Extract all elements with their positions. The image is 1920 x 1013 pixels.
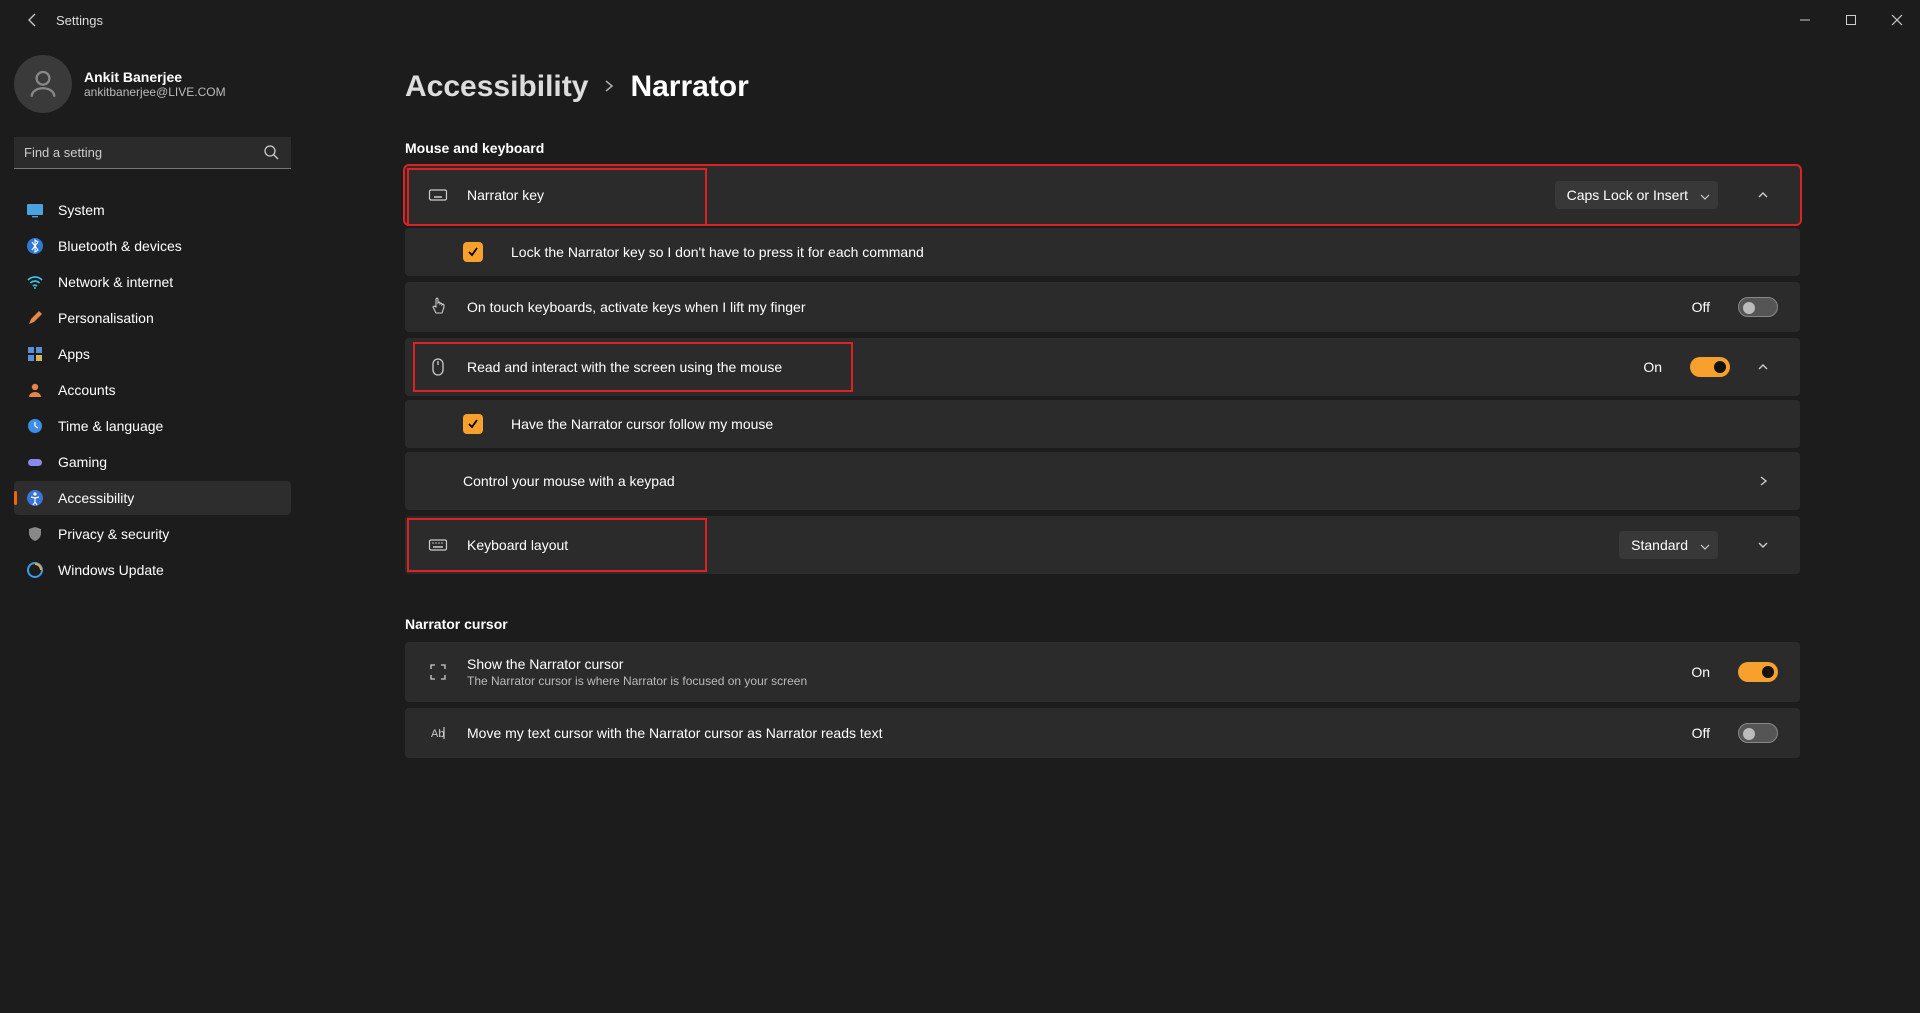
search-input[interactable] — [14, 137, 291, 169]
control-mouse-keypad-row[interactable]: Control your mouse with a keypad — [405, 452, 1800, 510]
window-title: Settings — [56, 13, 103, 28]
move-text-cursor-state: Off — [1692, 725, 1710, 741]
sidebar-item-gaming[interactable]: Gaming — [14, 445, 291, 479]
keyboard-layout-icon — [427, 534, 449, 556]
chevron-up-icon[interactable] — [1748, 352, 1778, 382]
sidebar-item-bluetooth[interactable]: Bluetooth & devices — [14, 229, 291, 263]
sidebar-item-label: Personalisation — [58, 310, 154, 326]
cursor-follow-mouse-row[interactable]: Have the Narrator cursor follow my mouse — [405, 400, 1800, 448]
clock-icon — [26, 417, 44, 435]
keyboard-layout-value: Standard — [1631, 537, 1688, 553]
move-text-cursor-row[interactable]: Ab Move my text cursor with the Narrator… — [405, 708, 1800, 758]
sidebar-item-label: Apps — [58, 346, 90, 362]
sidebar-item-network[interactable]: Network & internet — [14, 265, 291, 299]
display-icon — [26, 201, 44, 219]
shield-icon — [26, 525, 44, 543]
bluetooth-icon — [26, 237, 44, 255]
touch-keyboards-row[interactable]: On touch keyboards, activate keys when I… — [405, 282, 1800, 332]
sidebar-item-label: Network & internet — [58, 274, 173, 290]
read-mouse-toggle[interactable] — [1690, 357, 1730, 377]
chevron-up-icon[interactable] — [1748, 180, 1778, 210]
move-text-cursor-label: Move my text cursor with the Narrator cu… — [467, 725, 882, 741]
narrator-key-select[interactable]: Caps Lock or Insert — [1555, 181, 1718, 209]
wifi-icon — [26, 273, 44, 291]
narrator-key-row[interactable]: Narrator key Caps Lock or Insert — [405, 166, 1800, 224]
chevron-down-icon — [1700, 189, 1710, 205]
svg-text:Ab: Ab — [431, 728, 444, 740]
breadcrumb-parent[interactable]: Accessibility — [405, 70, 588, 104]
sidebar-item-apps[interactable]: Apps — [14, 337, 291, 371]
lock-narrator-key-row[interactable]: Lock the Narrator key so I don't have to… — [405, 228, 1800, 276]
sidebar-item-label: System — [58, 202, 105, 218]
chevron-right-icon — [602, 79, 616, 96]
read-mouse-row[interactable]: Read and interact with the screen using … — [405, 338, 1800, 396]
user-name: Ankit Banerjee — [84, 69, 226, 85]
text-cursor-icon: Ab — [427, 722, 449, 744]
keyboard-icon — [427, 184, 449, 206]
search-icon — [263, 144, 279, 163]
show-narrator-cursor-label: Show the Narrator cursor — [467, 656, 807, 672]
cursor-follow-mouse-checkbox[interactable] — [463, 414, 483, 434]
lock-narrator-key-label: Lock the Narrator key so I don't have to… — [511, 244, 924, 260]
move-text-cursor-toggle[interactable] — [1738, 723, 1778, 743]
sidebar-item-label: Privacy & security — [58, 526, 169, 542]
read-mouse-state: On — [1643, 359, 1662, 375]
apps-icon — [26, 345, 44, 363]
touch-keyboards-label: On touch keyboards, activate keys when I… — [467, 299, 806, 315]
control-mouse-keypad-label: Control your mouse with a keypad — [463, 473, 675, 489]
sidebar-item-label: Gaming — [58, 454, 107, 470]
sidebar-item-label: Accounts — [58, 382, 116, 398]
keyboard-layout-label: Keyboard layout — [467, 537, 568, 553]
read-mouse-label: Read and interact with the screen using … — [467, 359, 782, 375]
brush-icon — [26, 309, 44, 327]
touch-icon — [427, 296, 449, 318]
lock-narrator-key-checkbox[interactable] — [463, 242, 483, 262]
accessibility-icon — [26, 489, 44, 507]
sidebar-item-windows-update[interactable]: Windows Update — [14, 553, 291, 587]
keyboard-layout-row[interactable]: Keyboard layout Standard — [405, 516, 1800, 574]
breadcrumb: Accessibility Narrator — [405, 70, 1800, 104]
update-icon — [26, 561, 44, 579]
mouse-icon — [427, 356, 449, 378]
show-narrator-cursor-state: On — [1691, 664, 1710, 680]
maximize-button[interactable] — [1828, 0, 1874, 40]
cursor-follow-mouse-label: Have the Narrator cursor follow my mouse — [511, 416, 773, 432]
sidebar-item-label: Accessibility — [58, 490, 134, 506]
chevron-right-icon — [1748, 466, 1778, 496]
user-email: ankitbanerjee@LIVE.COM — [84, 85, 226, 99]
gamepad-icon — [26, 453, 44, 471]
show-narrator-cursor-subtitle: The Narrator cursor is where Narrator is… — [467, 674, 807, 688]
chevron-down-icon[interactable] — [1748, 530, 1778, 560]
sidebar-item-accounts[interactable]: Accounts — [14, 373, 291, 407]
sidebar-item-label: Windows Update — [58, 562, 164, 578]
cursor-focus-icon — [427, 661, 449, 683]
narrator-key-label: Narrator key — [467, 187, 544, 203]
narrator-key-value: Caps Lock or Insert — [1567, 187, 1688, 203]
avatar[interactable] — [14, 55, 72, 113]
sidebar-item-label: Time & language — [58, 418, 163, 434]
page-title: Narrator — [630, 70, 748, 104]
sidebar-item-privacy[interactable]: Privacy & security — [14, 517, 291, 551]
section-label-narrator-cursor: Narrator cursor — [405, 616, 1800, 632]
touch-keyboards-toggle[interactable] — [1738, 297, 1778, 317]
keyboard-layout-select[interactable]: Standard — [1619, 531, 1718, 559]
sidebar-item-time-language[interactable]: Time & language — [14, 409, 291, 443]
sidebar-item-accessibility[interactable]: Accessibility — [14, 481, 291, 515]
sidebar-item-label: Bluetooth & devices — [58, 238, 182, 254]
show-narrator-cursor-toggle[interactable] — [1738, 662, 1778, 682]
touch-keyboards-state: Off — [1692, 299, 1710, 315]
show-narrator-cursor-row[interactable]: Show the Narrator cursor The Narrator cu… — [405, 642, 1800, 702]
section-label-mouse-keyboard: Mouse and keyboard — [405, 140, 1800, 156]
person-icon — [26, 381, 44, 399]
back-button[interactable] — [18, 5, 48, 35]
close-button[interactable] — [1874, 0, 1920, 40]
chevron-down-icon — [1700, 539, 1710, 555]
sidebar-item-system[interactable]: System — [14, 193, 291, 227]
minimize-button[interactable] — [1782, 0, 1828, 40]
sidebar-item-personalisation[interactable]: Personalisation — [14, 301, 291, 335]
